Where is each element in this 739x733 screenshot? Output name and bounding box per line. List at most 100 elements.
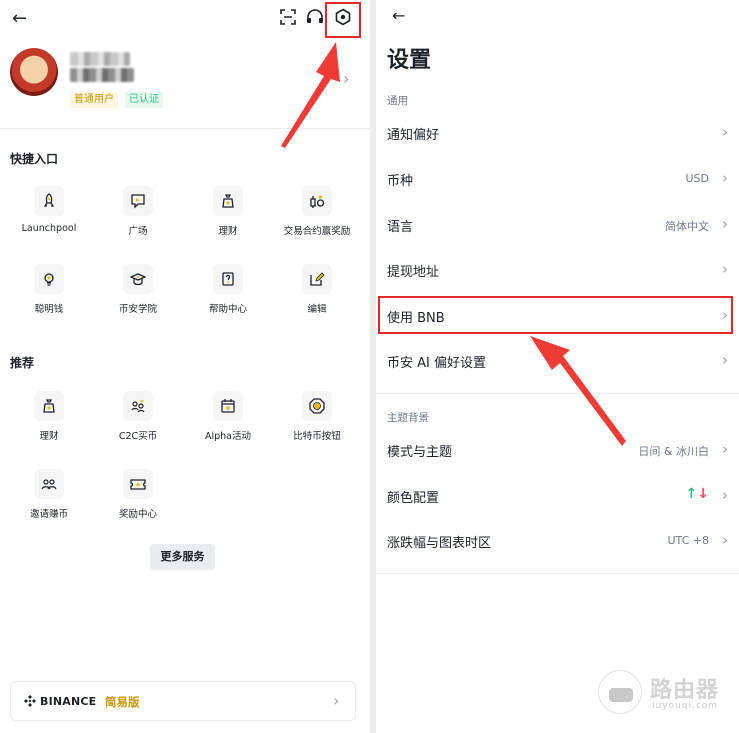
quick-access-title: 快捷入口	[10, 152, 59, 166]
lightbulb-icon	[34, 264, 64, 294]
row-label: 涨跌幅与图表时区	[387, 536, 492, 551]
verified-badge: 已认证	[125, 92, 163, 108]
quick-item-smart-money[interactable]: 聪明钱	[4, 264, 94, 315]
headset-icon[interactable]	[306, 9, 326, 29]
futures-reward-icon	[302, 186, 332, 216]
tile-label: 比特币按钮	[293, 431, 341, 442]
profile-chevron-right-icon[interactable]: ›	[343, 71, 349, 87]
edit-icon	[302, 264, 332, 294]
invite-users-icon	[34, 469, 64, 499]
graduation-cap-icon	[123, 264, 153, 294]
tile-label: 交易合约赢奖励	[283, 226, 351, 237]
quick-item-edit[interactable]: 编辑	[272, 264, 362, 315]
lite-mode-label: 简易版	[105, 695, 140, 709]
chevron-right-icon: ›	[722, 531, 728, 549]
binance-logo-icon	[24, 695, 36, 707]
settings-row-language[interactable]: 语言 简体中文 ›	[376, 202, 739, 246]
quick-item-launchpool[interactable]: Launchpool	[4, 186, 94, 234]
tile-label: 币安学院	[118, 304, 157, 315]
recommended-title: 推荐	[10, 356, 35, 370]
row-label: 模式与主题	[387, 445, 453, 460]
avatar[interactable]	[10, 48, 58, 96]
recommended-item-earn[interactable]: 理财	[4, 391, 94, 442]
tile-label: 编辑	[307, 304, 327, 315]
chevron-right-icon: ›	[333, 691, 340, 710]
settings-row-withdrawal-address[interactable]: 提现地址 ›	[376, 247, 739, 291]
group-header-theme: 主题背景	[387, 412, 429, 424]
use-bnb-highlight-box	[378, 296, 733, 334]
settings-row-currency[interactable]: 币种 USD ›	[376, 156, 739, 200]
divider	[376, 573, 739, 574]
watermark-title: 路由器	[650, 678, 720, 703]
binance-lite-button[interactable]: BINANCE 简易版 ›	[10, 681, 356, 721]
chevron-right-icon: ›	[722, 123, 728, 141]
more-services-button[interactable]: 更多服务	[150, 544, 215, 570]
up-down-color-icon: ↑↓	[685, 486, 709, 502]
quick-item-academy[interactable]: 币安学院	[93, 264, 183, 315]
quick-item-futures-reward[interactable]: 交易合约赢奖励	[272, 186, 362, 237]
row-value: USD	[685, 172, 709, 185]
settings-row-mode-theme[interactable]: 模式与主题 日间 & 冰川白 ›	[376, 427, 739, 471]
page-title: 设置	[387, 48, 432, 73]
alpha-calendar-icon	[213, 391, 243, 421]
tile-label: 理财	[218, 226, 238, 237]
row-label: 颜色配置	[387, 491, 440, 506]
rocket-icon	[34, 186, 64, 216]
row-value: UTC +8	[667, 534, 709, 547]
help-book-icon	[213, 264, 243, 294]
ticket-icon	[123, 469, 153, 499]
settings-row-ai-preferences[interactable]: 币安 AI 偏好设置 ›	[376, 338, 739, 382]
tile-label: 帮助中心	[208, 304, 247, 315]
blurred-username	[70, 52, 130, 66]
tile-label: 邀请赚币	[29, 509, 68, 520]
tile-label: C2C买币	[118, 431, 158, 442]
row-value: 简体中文	[665, 220, 709, 233]
tile-label: Alpha活动	[204, 431, 251, 442]
tile-label: 聪明钱	[34, 304, 64, 315]
chevron-right-icon: ›	[722, 486, 728, 504]
chevron-right-icon: ›	[722, 169, 728, 187]
group-header-general: 通用	[387, 95, 408, 107]
blurred-uid	[70, 68, 134, 82]
tile-label: 理财	[39, 431, 59, 442]
watermark-url: luyouqi.com	[652, 701, 719, 711]
tile-label: 广场	[128, 226, 148, 237]
quick-item-earn[interactable]: 理财	[183, 186, 273, 237]
quick-item-help-center[interactable]: 帮助中心	[183, 264, 273, 315]
recommended-item-c2c[interactable]: C2C买币	[93, 391, 183, 442]
scan-icon[interactable]	[280, 9, 300, 29]
chevron-right-icon: ›	[722, 215, 728, 233]
settings-row-color-config[interactable]: 颜色配置 ↑↓ ›	[376, 473, 739, 517]
c2c-users-icon	[123, 391, 153, 421]
row-label: 币种	[387, 174, 414, 189]
watermark-logo-icon	[598, 670, 642, 714]
row-label: 语言	[387, 220, 414, 235]
watermark: 路由器 luyouqi.com	[598, 668, 731, 718]
row-value: 日间 & 冰川白	[638, 445, 709, 458]
recommended-item-invite[interactable]: 邀请赚币	[4, 469, 94, 520]
bitcoin-button-icon	[302, 391, 332, 421]
settings-row-chart-timezone[interactable]: 涨跌幅与图表时区 UTC +8 ›	[376, 518, 739, 562]
settings-highlight-box	[325, 2, 361, 38]
tile-label: Launchpool	[21, 223, 77, 234]
settings-panel: ← 设置 通用 通知偏好 › 币种 USD › 语言 简体中文 › 提现地址 ›…	[376, 0, 739, 733]
account-panel: ← 普通用户 已认证 › 快捷入口 Launchpool 广场 理财 交易合约赢…	[0, 0, 370, 733]
arrow-left-icon[interactable]: ←	[392, 7, 405, 25]
tile-label: 奖励中心	[118, 509, 157, 520]
chevron-right-icon: ›	[722, 260, 728, 278]
row-label: 提现地址	[387, 265, 440, 280]
recommended-item-alpha[interactable]: Alpha活动	[183, 391, 273, 442]
recommended-item-reward-center[interactable]: 奖励中心	[93, 469, 183, 520]
moneybag-icon	[34, 391, 64, 421]
chevron-right-icon: ›	[722, 351, 728, 369]
row-label: 币安 AI 偏好设置	[387, 356, 486, 371]
row-label: 通知偏好	[387, 128, 440, 143]
arrow-left-icon[interactable]: ←	[12, 10, 27, 28]
chevron-right-icon: ›	[722, 440, 728, 458]
recommended-item-bitcoin-button[interactable]: 比特币按钮	[272, 391, 362, 442]
quick-item-square[interactable]: 广场	[93, 186, 183, 237]
moneybag-icon	[213, 186, 243, 216]
user-level-badge: 普通用户	[70, 92, 118, 108]
settings-row-notification-preferences[interactable]: 通知偏好 ›	[376, 110, 739, 154]
divider	[376, 393, 739, 394]
